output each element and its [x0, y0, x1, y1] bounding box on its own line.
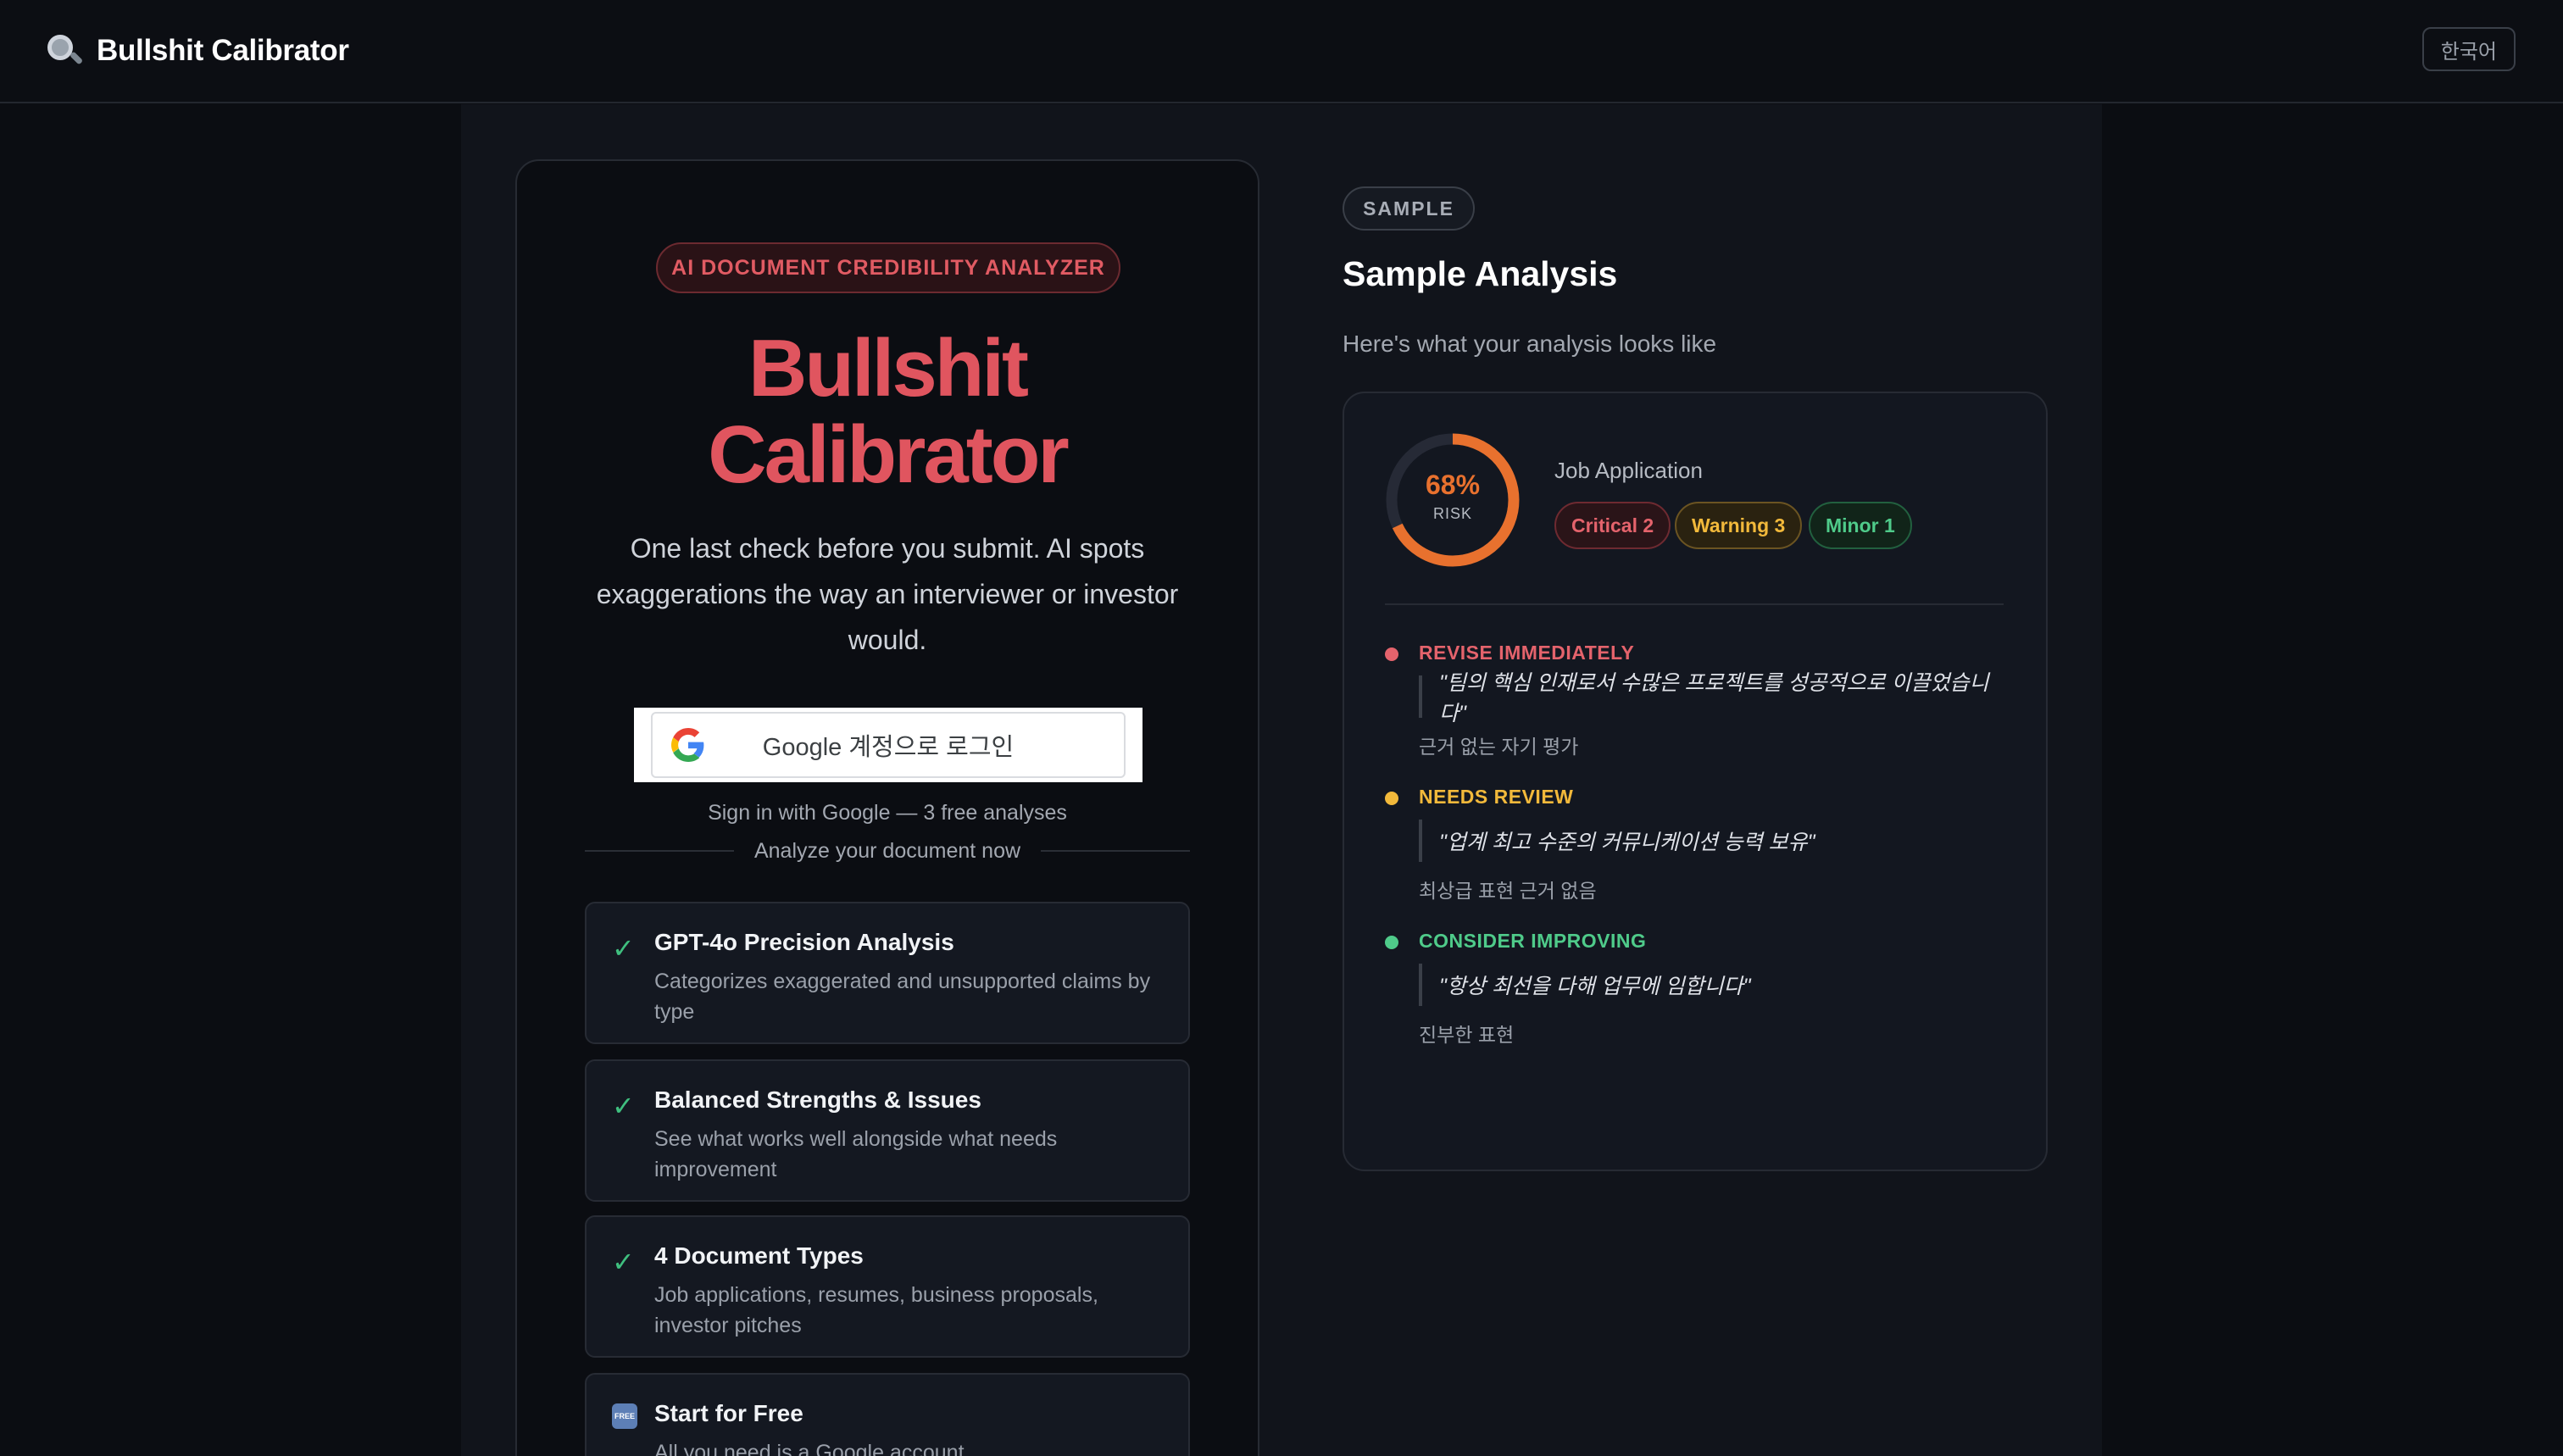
google-signin-label: Google 계정으로 로그인: [762, 734, 1015, 761]
free-badge-icon: FREE: [612, 1403, 637, 1429]
issue-level: CONSIDER IMPROVING: [1419, 930, 1647, 952]
document-type: Job Application: [1554, 458, 1703, 483]
magnifying-glass-icon: [46, 33, 84, 69]
issue-note: 근거 없는 자기 평가: [1419, 736, 1579, 758]
divider: Analyze your document now: [585, 836, 1190, 866]
top-bar: Bullshit Calibrator 한국어: [0, 0, 2563, 103]
divider-line-right: [1041, 850, 1190, 852]
google-signin-container: Google 계정으로 로그인: [634, 708, 1143, 782]
issue-quote: "항상 최선을 다해 업무에 임합니다": [1419, 964, 2012, 1006]
check-icon: ✓: [612, 1247, 635, 1277]
card-divider: [1385, 603, 2004, 605]
feature-title: Start for Free: [654, 1400, 803, 1426]
sample-title: Sample Analysis: [1343, 254, 1618, 293]
signin-note: Sign in with Google — 3 free analyses: [708, 801, 1067, 825]
feature-card: FREE Start for Free All you need is a Go…: [585, 1373, 1190, 1456]
feature-description: All you need is a Google account: [654, 1441, 965, 1456]
feature-card: ✓ Balanced Strengths & Issues See what w…: [585, 1059, 1190, 1202]
feature-description: See what works well alongside what needs…: [654, 1127, 1058, 1181]
google-logo-icon: [671, 728, 704, 762]
check-icon: ✓: [612, 933, 635, 964]
issue-quote: "팀의 핵심 인재로서 수많은 프로젝트를 성공적으로 이끌었습니다": [1419, 671, 2012, 725]
brand[interactable]: Bullshit Calibrator: [46, 33, 349, 69]
check-icon: ✓: [612, 1091, 635, 1121]
sample-subtitle: Here's what your analysis looks like: [1343, 331, 1717, 357]
minor-dot-icon: [1385, 936, 1398, 949]
brand-title: Bullshit Calibrator: [97, 34, 349, 67]
minor-count-badge: Minor 1: [1809, 502, 1912, 549]
critical-dot-icon: [1385, 647, 1398, 661]
hero-title: Bullshit Calibrator: [708, 323, 1069, 500]
issue-level: NEEDS REVIEW: [1419, 786, 1574, 808]
feature-card: ✓ GPT-4o Precision Analysis Categorizes …: [585, 902, 1190, 1044]
divider-line-left: [585, 850, 734, 852]
risk-percent: 68%: [1425, 470, 1481, 500]
issue-note: 최상급 표현 근거 없음: [1419, 880, 1597, 902]
critical-count-badge: Critical 2: [1554, 502, 1671, 549]
feature-title: GPT-4o Precision Analysis: [654, 929, 954, 955]
hero-subtitle: One last check before you submit. AI spo…: [596, 533, 1179, 655]
feature-description: Categorizes exaggerated and unsupported …: [654, 970, 1151, 1024]
feature-card: ✓ 4 Document Types Job applications, res…: [585, 1215, 1190, 1358]
issue-quote: "업계 최고 수준의 커뮤니케이션 능력 보유": [1419, 820, 2012, 862]
warning-count-badge: Warning 3: [1675, 502, 1803, 549]
language-toggle-button[interactable]: 한국어: [2421, 27, 2516, 71]
feature-title: Balanced Strengths & Issues: [654, 1086, 981, 1113]
divider-text: Analyze your document now: [753, 838, 1021, 863]
google-signin-button[interactable]: Google 계정으로 로그인: [651, 712, 1126, 778]
warning-dot-icon: [1385, 792, 1398, 805]
risk-label: RISK: [1432, 505, 1472, 522]
feature-title: 4 Document Types: [654, 1242, 864, 1269]
issue-level: REVISE IMMEDIATELY: [1419, 642, 1635, 664]
feature-description: Job applications, resumes, business prop…: [654, 1283, 1098, 1337]
sample-badge: SAMPLE: [1343, 186, 1475, 231]
issue-note: 진부한 표현: [1419, 1024, 1515, 1046]
analyzer-badge: AI DOCUMENT CREDIBILITY ANALYZER: [656, 242, 1120, 293]
